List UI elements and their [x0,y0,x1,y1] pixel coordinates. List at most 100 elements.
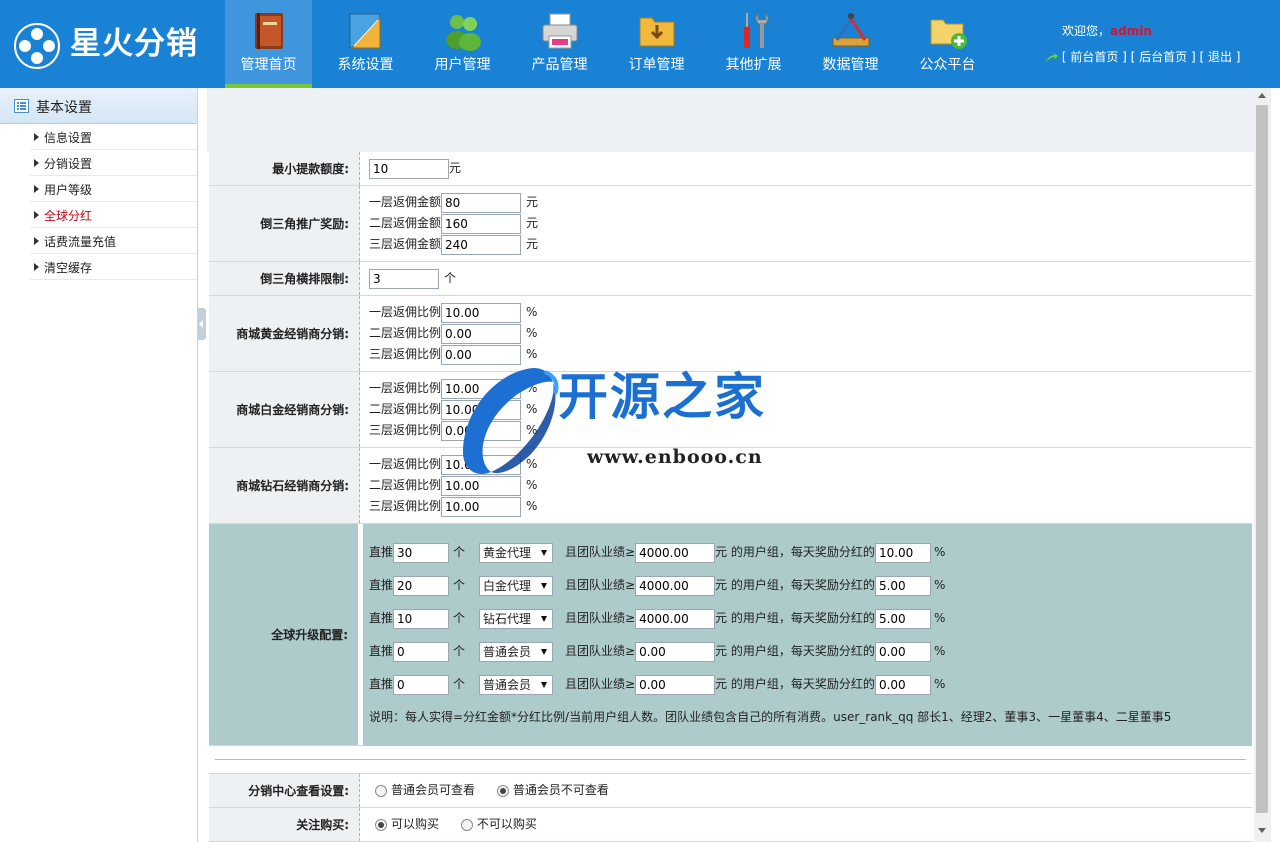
caret-right-icon [34,211,39,219]
direct-count-input[interactable] [393,608,450,629]
direct-count-input[interactable] [393,641,450,662]
username: admin [1110,24,1152,38]
team-amount-input[interactable] [635,608,716,629]
tier-label: 二层返佣比例 [369,478,442,492]
user-group-select[interactable]: 钻石代理 [479,608,554,629]
unit-label: % [526,402,538,416]
upgrade-rule-row: 直推个普通会员且团队业绩≥元 的用户组，每天奖励分红的% [369,635,1246,668]
platinum-tier2-input[interactable] [441,399,522,420]
direct-count-input[interactable] [393,674,450,695]
upgrade-rule-row: 直推个白金代理且团队业绩≥元 的用户组，每天奖励分红的% [369,569,1246,602]
buy-allowed-radio[interactable] [375,818,387,831]
content-top-spacer [207,88,1254,152]
gold-tier3-input[interactable] [441,344,522,365]
sidebar-item-clear-cache[interactable]: 清空缓存 [30,254,197,280]
row-view-setting: 分销中心查看设置: 普通会员可查看 普通会员不可查看 [209,774,1252,808]
diamond-tier2-input[interactable] [441,475,522,496]
tier3-amount-input[interactable] [441,234,522,255]
tier-label: 三层返佣比例 [369,347,442,361]
sidebar-collapse-handle[interactable] [198,308,206,340]
backend-home-link[interactable]: [ 后台首页 ] [1131,50,1196,64]
gold-tier1-input[interactable] [441,302,522,323]
logout-link[interactable]: [ 退出 ] [1199,50,1240,64]
field-label: 最小提款额度: [209,152,360,185]
top-links: [ 前台首页 ] [ 后台首页 ] [ 退出 ] [1044,48,1240,65]
nav-system-settings[interactable]: 系统设置 [322,0,409,88]
tier2-amount-input[interactable] [441,213,522,234]
unit-label: % [526,423,538,437]
tier-label: 一层返佣比例 [369,305,442,319]
scroll-thumb[interactable] [1256,105,1268,813]
upgrade-rule-row: 直推个钻石代理且团队业绩≥元 的用户组，每天奖励分红的% [369,602,1246,635]
unit-label: 元 [526,195,539,209]
ruler-icon [349,13,381,49]
daily-rate-input[interactable] [874,575,931,596]
team-amount-input[interactable] [635,641,716,662]
user-group-select[interactable]: 白金代理 [479,575,554,596]
daily-rate-input[interactable] [874,542,931,563]
upgrade-note: 说明：每人实得=分红金额*分红比例/当前用户组人数。团队业绩包含自己的所有消费。… [369,710,1172,724]
unit-label: % [526,478,538,492]
unit-label: 元 [526,237,539,251]
nav-order-management[interactable]: 订单管理 [613,0,700,88]
logo[interactable]: 星火分销 [12,18,212,70]
scroll-down-arrow-icon[interactable] [1258,828,1266,833]
folder-icon [639,17,675,47]
daily-rate-input[interactable] [874,608,931,629]
sidebar-item-user-levels[interactable]: 用户等级 [30,176,197,202]
sidebar-item-info-settings[interactable]: 信息设置 [30,124,197,150]
field-label: 分销中心查看设置: [209,774,360,807]
upgrade-rule-row: 直推个黄金代理且团队业绩≥元 的用户组，每天奖励分红的% [369,536,1246,569]
platinum-tier1-input[interactable] [441,378,522,399]
drafting-icon [832,13,870,47]
team-amount-input[interactable] [635,674,716,695]
book-icon [255,13,283,49]
row-platinum-distribution: 商城白金经销商分销: 一层返佣比例% 二层返佣比例% 三层返佣比例% [209,372,1252,448]
team-amount-input[interactable] [635,542,716,563]
nav-other-extensions[interactable]: 其他扩展 [710,0,797,88]
nav-data-management[interactable]: 数据管理 [807,0,894,88]
direct-count-input[interactable] [393,542,450,563]
view-allowed-radio[interactable] [375,784,387,797]
user-group-select[interactable]: 普通会员 [479,641,554,662]
content-scrollbar[interactable] [1254,88,1271,842]
diamond-tier3-input[interactable] [441,496,522,517]
view-denied-radio[interactable] [496,784,509,797]
nav-user-management[interactable]: 用户管理 [419,0,506,88]
direct-count-input[interactable] [393,575,450,596]
row-global-upgrade: 全球升级配置: 直推个黄金代理且团队业绩≥元 的用户组，每天奖励分红的% 直推个… [209,524,1252,746]
unit-label: % [526,326,538,340]
field-label: 倒三角横排限制: [209,262,360,295]
tier-label: 一层返佣金额 [369,195,442,209]
sidebar-item-phone-recharge[interactable]: 话费流量充值 [30,228,197,254]
min-withdraw-input[interactable] [369,158,449,179]
unit-label: % [526,381,538,395]
caret-right-icon [34,185,39,193]
nav-home[interactable]: 管理首页 [225,0,312,88]
caret-right-icon [34,237,39,245]
unit-label: 元 [449,161,462,175]
triangle-limit-input[interactable] [369,268,439,289]
daily-rate-input[interactable] [874,641,931,662]
buy-denied-radio[interactable] [460,818,473,831]
frontend-home-link[interactable]: [ 前台首页 ] [1062,50,1127,64]
sidebar: 基本设置 信息设置 分销设置 用户等级 全球分红 话费流量充值 清空缓存 [0,88,198,842]
sidebar-header[interactable]: 基本设置 [0,88,197,124]
row-triangle-reward: 倒三角推广奖励: 一层返佣金额元 二层返佣金额元 三层返佣金额元 [209,186,1252,262]
printer-icon [542,13,578,49]
platinum-tier3-input[interactable] [441,420,522,441]
nav-product-management[interactable]: 产品管理 [516,0,603,88]
sidebar-item-global-dividend[interactable]: 全球分红 [30,202,197,228]
nav-public-platform[interactable]: 公众平台 [904,0,991,88]
user-group-select[interactable]: 黄金代理 [479,542,554,563]
tier1-amount-input[interactable] [441,192,522,213]
scroll-up-arrow-icon[interactable] [1258,93,1266,98]
diamond-tier1-input[interactable] [441,454,522,475]
tier-label: 二层返佣比例 [369,402,442,416]
team-amount-input[interactable] [635,575,716,596]
daily-rate-input[interactable] [874,674,931,695]
sidebar-item-distribution-settings[interactable]: 分销设置 [30,150,197,176]
gold-tier2-input[interactable] [441,323,522,344]
tier-label: 二层返佣比例 [369,326,442,340]
user-group-select[interactable]: 普通会员 [479,674,554,695]
